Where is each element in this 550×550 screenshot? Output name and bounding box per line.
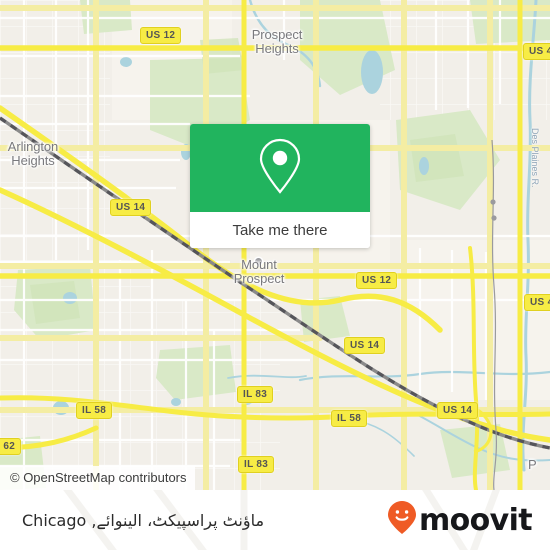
highway-shield-il58-west: IL 58	[76, 402, 113, 419]
moovit-logo[interactable]: moovit	[387, 500, 533, 541]
highway-shield-us14-center: US 14	[344, 337, 386, 354]
moovit-smiley-pin-icon	[387, 500, 417, 541]
place-label-mount-prospect: Mount Prospect	[233, 257, 285, 286]
moovit-wordmark: moovit	[418, 502, 533, 538]
destination-card[interactable]: Take me there	[190, 124, 370, 248]
highway-shield-us12-north: US 12	[140, 27, 182, 44]
river-label-des-plaines: Des Plaines R.	[530, 128, 540, 188]
osm-attribution[interactable]: © OpenStreetMap contributors	[0, 466, 195, 490]
place-label-prospect-heights: Prospect Heights	[251, 27, 303, 56]
destination-card-header	[190, 124, 370, 212]
highway-shield-us14-southeast: US 14	[437, 402, 479, 419]
moovit-map-screen: Prospect Heights Arlington Heights Mount…	[0, 0, 550, 550]
highway-shield-il58-east: IL 58	[331, 410, 368, 427]
highway-shield-il83-south: IL 83	[238, 456, 275, 473]
take-me-there-button[interactable]: Take me there	[190, 212, 370, 248]
highway-shield-us14-west: US 14	[110, 199, 152, 216]
highway-shield-il62-southwest: IL 62	[0, 438, 22, 455]
footer-bar: ￼ماؤنٹ پراسپیکٹ، الینوائے, Chicago moovi…	[0, 490, 550, 550]
location-title: ￼ماؤنٹ پراسپیکٹ، الینوائے, Chicago	[22, 510, 265, 530]
highway-shield-us45-east: US 45	[524, 294, 550, 311]
place-label-park-p: P	[528, 457, 537, 472]
map-pin-icon	[257, 137, 303, 200]
highway-shield-il83-mid: IL 83	[237, 386, 274, 403]
highway-shield-us12-east: US 12	[356, 272, 398, 289]
highway-shield-us45-northeast: US 45	[523, 43, 550, 60]
place-label-arlington-heights: Arlington Heights	[7, 139, 59, 168]
